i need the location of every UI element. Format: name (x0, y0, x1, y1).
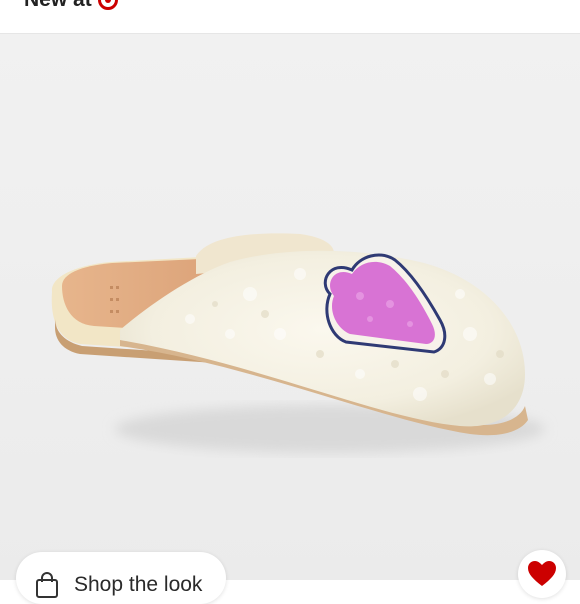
new-at-label: New at (24, 0, 92, 12)
heart-icon (528, 561, 556, 586)
product-image[interactable] (0, 34, 580, 580)
shopping-bag-icon (36, 572, 58, 598)
shop-the-look-button[interactable]: Shop the look (16, 552, 226, 604)
slipper-photo (51, 233, 545, 453)
shop-the-look-label: Shop the look (74, 573, 203, 596)
top-bar: New at (0, 0, 580, 34)
new-at-banner[interactable]: New at (24, 0, 118, 12)
like-button[interactable] (518, 550, 566, 598)
target-logo-icon (97, 0, 118, 10)
